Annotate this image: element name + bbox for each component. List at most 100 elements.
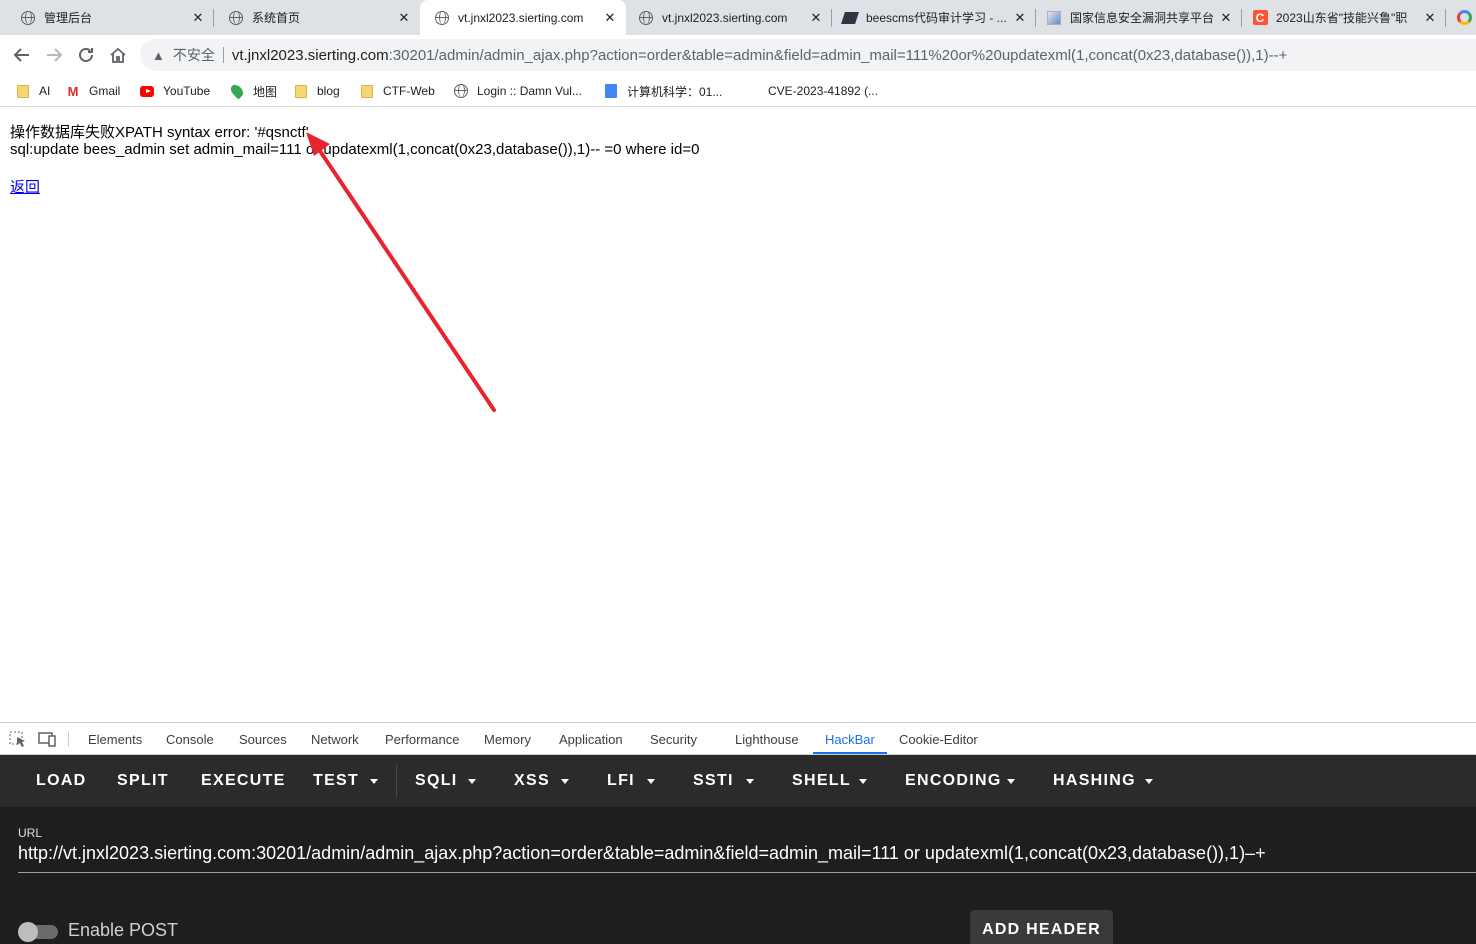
chevron-down-icon: [561, 779, 569, 784]
bookmark-blog[interactable]: blog: [294, 82, 340, 100]
tab-label: vt.jnxl2023.sierting.com: [662, 10, 788, 25]
bookmark-dvwa[interactable]: Login :: Damn Vul...: [454, 82, 582, 100]
devtools-tab-memory[interactable]: Memory: [484, 732, 531, 747]
close-icon[interactable]: ✕: [1422, 10, 1438, 26]
globe-icon: [454, 84, 468, 98]
url-input-underline: [18, 872, 1476, 873]
tab-csdn[interactable]: C 2023山东省"技能兴鲁"职 ✕: [1242, 0, 1446, 35]
bookmark-label: CVE-2023-41892 (...: [768, 84, 879, 98]
bookmark-label: YouTube: [163, 84, 211, 98]
tab-site-2[interactable]: vt.jnxl2023.sierting.com ✕: [626, 0, 832, 35]
hackbar-panel: LOAD SPLIT EXECUTE TEST SQLI XSS LFI SST…: [0, 755, 1476, 944]
bookmark-ai[interactable]: AI: [16, 82, 50, 100]
tab-beescms[interactable]: beescms代码审计学习 - ... ✕: [832, 0, 1036, 35]
devtools-tab-network[interactable]: Network: [311, 732, 359, 747]
close-icon[interactable]: ✕: [190, 10, 206, 26]
tab-label: vt.jnxl2023.sierting.com: [458, 10, 584, 25]
reload-icon: [79, 48, 93, 62]
globe-icon: [434, 10, 450, 26]
devtools-tab-lighthouse[interactable]: Lighthouse: [735, 732, 799, 747]
tab-active-site[interactable]: vt.jnxl2023.sierting.com ✕: [420, 0, 626, 35]
sqli-menu[interactable]: SQLI: [415, 772, 458, 790]
insecure-label: 不安全: [172, 47, 215, 63]
test-menu[interactable]: TEST: [313, 772, 359, 790]
arrow-right-icon: [47, 48, 63, 62]
address-bar[interactable]: ▲ 不安全 vt.jnxl2023.sierting.com:30201/adm…: [140, 39, 1476, 71]
home-button[interactable]: [106, 43, 130, 67]
execute-button[interactable]: EXECUTE: [201, 772, 286, 790]
devtools-tab-application[interactable]: Application: [559, 732, 623, 747]
reload-button[interactable]: [74, 43, 98, 67]
browser-window: 管理后台 ✕ 系统首页 ✕ vt.jnxl2023.sierting.com ✕…: [0, 0, 1476, 944]
globe-icon: [20, 10, 36, 26]
bookmark-label: blog: [317, 84, 340, 98]
close-icon[interactable]: ✕: [1218, 10, 1234, 26]
enable-post-toggle[interactable]: [18, 922, 58, 942]
bookmark-label: Login :: Damn Vul...: [477, 84, 582, 98]
ssti-menu[interactable]: SSTI: [693, 772, 734, 790]
devtools-tab-sources[interactable]: Sources: [239, 732, 287, 747]
close-icon[interactable]: ✕: [602, 10, 618, 26]
menu-divider: [396, 765, 397, 797]
annotation-arrow: [306, 132, 496, 412]
devtools-tab-console[interactable]: Console: [166, 732, 214, 747]
url-path: :30201/admin/admin_ajax.php?action=order…: [388, 46, 1288, 64]
gmail-icon: M: [67, 83, 79, 99]
devtools-tab-hackbar[interactable]: HackBar: [825, 732, 875, 747]
bookmark-youtube[interactable]: YouTube: [140, 82, 210, 100]
maps-icon: [228, 82, 246, 100]
close-icon[interactable]: ✕: [808, 10, 824, 26]
bookmark-gmail[interactable]: M Gmail: [66, 82, 121, 100]
toggle-knob: [18, 922, 38, 942]
tab-label: beescms代码审计学习 - ...: [866, 11, 1007, 25]
tab-admin-backend[interactable]: 管理后台 ✕: [0, 0, 214, 35]
doc-icon: [604, 84, 618, 98]
close-icon[interactable]: ✕: [396, 10, 412, 26]
device-toolbar-icon[interactable]: [38, 731, 56, 747]
address-url: vt.jnxl2023.sierting.com:30201/admin/adm…: [232, 47, 1288, 64]
hashing-menu[interactable]: HASHING: [1053, 772, 1136, 790]
folder-icon: [360, 84, 374, 98]
tab-label: 国家信息安全漏洞共享平台: [1070, 11, 1215, 25]
forward-button[interactable]: [42, 43, 66, 67]
folder-icon: [16, 84, 30, 98]
shell-menu[interactable]: SHELL: [792, 772, 851, 790]
bookmark-cve[interactable]: CVE-2023-41892 (...: [768, 82, 878, 100]
enable-post-label: Enable POST: [68, 920, 179, 940]
bookmark-cs[interactable]: 计算机科学：01...: [604, 82, 722, 100]
hackbar-menu: LOAD SPLIT EXECUTE TEST SQLI XSS LFI SST…: [0, 755, 1476, 807]
add-header-button[interactable]: ADD HEADER: [970, 910, 1113, 944]
devtools-tab-elements[interactable]: Elements: [88, 732, 142, 747]
xss-menu[interactable]: XSS: [514, 772, 550, 790]
url-input[interactable]: http://vt.jnxl2023.sierting.com:30201/ad…: [18, 843, 1266, 864]
chevron-down-icon: [468, 779, 476, 784]
tab-label: 2023山东省"技能兴鲁"职: [1276, 11, 1408, 25]
bookmark-label: AI: [39, 84, 51, 98]
encoding-menu[interactable]: ENCODING: [905, 772, 1002, 790]
devtools-tab-performance[interactable]: Performance: [385, 732, 459, 747]
chevron-down-icon: [370, 779, 378, 784]
bookmark-label: Gmail: [89, 84, 121, 98]
site-icon: [1046, 10, 1062, 26]
close-icon[interactable]: ✕: [1012, 10, 1028, 26]
bookmark-ctf-web[interactable]: CTF-Web: [360, 82, 435, 100]
globe-icon: [638, 10, 654, 26]
folder-icon: [294, 84, 308, 98]
back-button[interactable]: [10, 43, 34, 67]
tab-cnvd[interactable]: 国家信息安全漏洞共享平台 ✕: [1036, 0, 1242, 35]
chevron-down-icon: [746, 779, 754, 784]
devtools-tab-security[interactable]: Security: [650, 732, 697, 747]
devtools-tab-cookie-editor[interactable]: Cookie-Editor: [899, 732, 978, 747]
bookmark-maps[interactable]: 地图: [228, 82, 277, 100]
lfi-menu[interactable]: LFI: [607, 772, 635, 790]
home-icon: [110, 47, 126, 63]
globe-icon: [228, 10, 244, 26]
tab-google[interactable]: [1446, 0, 1476, 35]
load-button[interactable]: LOAD: [36, 772, 87, 790]
tab-system-home[interactable]: 系统首页 ✕: [214, 0, 420, 35]
chevron-down-icon: [1007, 779, 1015, 784]
inspect-element-icon[interactable]: [9, 731, 27, 747]
url-host: vt.jnxl2023.sierting.com: [231, 46, 389, 64]
split-button[interactable]: SPLIT: [117, 772, 169, 790]
chevron-down-icon: [859, 779, 867, 784]
